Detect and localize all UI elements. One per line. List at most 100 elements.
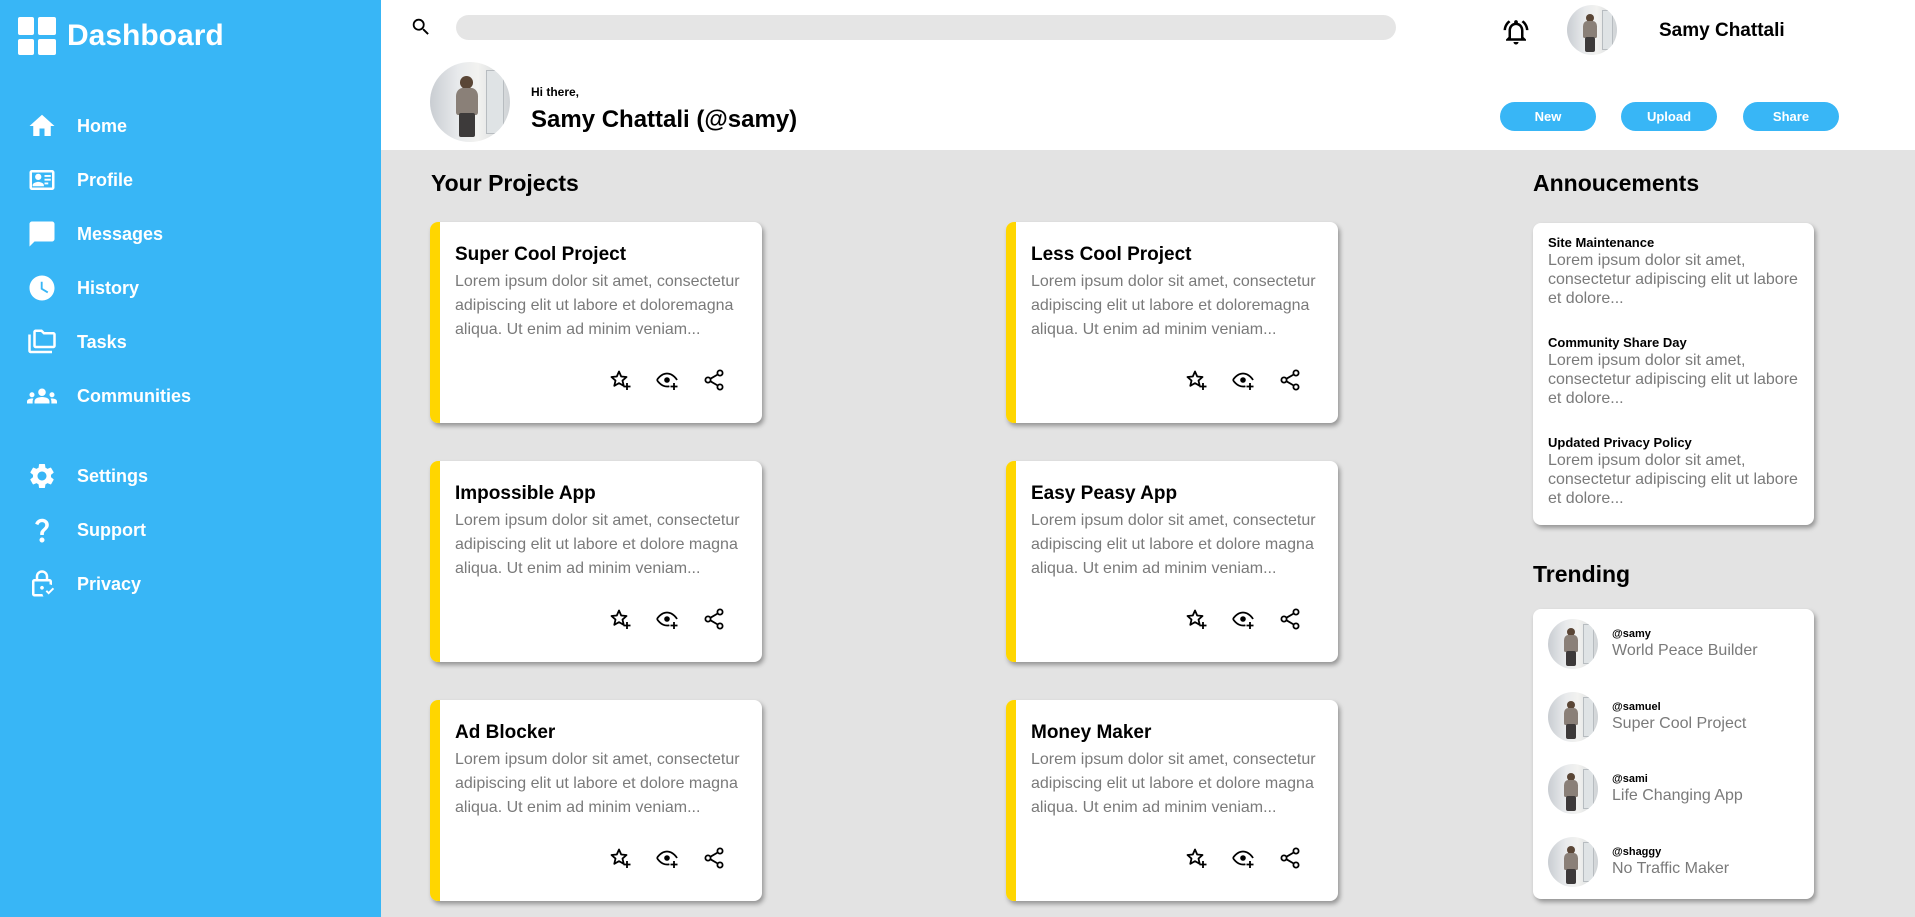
watch-eye-icon[interactable] bbox=[1231, 368, 1255, 392]
project-card[interactable]: Money Maker Lorem ipsum dolor sit amet, … bbox=[1006, 700, 1338, 901]
project-card[interactable]: Less Cool Project Lorem ipsum dolor sit … bbox=[1006, 222, 1338, 423]
trending-project-title: World Peace Builder bbox=[1612, 642, 1758, 659]
sidebar-item-support[interactable]: Support bbox=[0, 503, 381, 557]
profile-display-name: Samy Chattali (@samy) bbox=[531, 106, 798, 133]
trending-project-title: Super Cool Project bbox=[1612, 715, 1747, 732]
sidebar-item-label: Communities bbox=[77, 385, 192, 406]
project-description: Lorem ipsum dolor sit amet, consectetur … bbox=[1031, 273, 1316, 338]
project-title: Ad Blocker bbox=[455, 722, 556, 743]
card-accent-bar bbox=[1006, 700, 1016, 901]
home-icon bbox=[27, 111, 57, 141]
announcement-title: Community Share Day bbox=[1548, 335, 1687, 350]
sidebar-item-label: Profile bbox=[77, 169, 134, 190]
search-input[interactable] bbox=[456, 15, 1396, 40]
project-title: Impossible App bbox=[455, 483, 596, 504]
trending-project-title: Life Changing App bbox=[1612, 787, 1743, 804]
sidebar-item-messages[interactable]: Messages bbox=[0, 207, 381, 261]
share-button[interactable]: Share bbox=[1743, 102, 1839, 131]
sidebar-item-label: Messages bbox=[77, 223, 164, 244]
card-accent-bar bbox=[430, 700, 440, 901]
star-add-icon[interactable] bbox=[1184, 846, 1208, 870]
watch-eye-icon[interactable] bbox=[655, 368, 679, 392]
user-avatar[interactable] bbox=[1567, 5, 1617, 55]
sidebar-item-communities[interactable]: Communities bbox=[0, 369, 381, 423]
watch-eye-icon[interactable] bbox=[655, 607, 679, 631]
sidebar-item-label: Privacy bbox=[77, 573, 142, 594]
sidebar-item-settings[interactable]: Settings bbox=[0, 449, 381, 503]
project-card[interactable]: Impossible App Lorem ipsum dolor sit ame… bbox=[430, 461, 762, 662]
share-icon[interactable] bbox=[1278, 607, 1302, 631]
trending-item[interactable]: @samuel Super Cool Project bbox=[1548, 692, 1746, 742]
avatar bbox=[1548, 837, 1598, 887]
project-description: Lorem ipsum dolor sit amet, consectetur … bbox=[455, 273, 740, 338]
sidebar-item-home[interactable]: Home bbox=[0, 99, 381, 153]
card-accent-bar bbox=[430, 222, 440, 423]
card-actions bbox=[608, 368, 726, 392]
announcement-item[interactable]: Community Share Day Lorem ipsum dolor si… bbox=[1533, 335, 1814, 408]
sidebar-item-profile[interactable]: Profile bbox=[0, 153, 381, 207]
project-description: Lorem ipsum dolor sit amet, consectetur … bbox=[1031, 512, 1316, 577]
star-add-icon[interactable] bbox=[1184, 368, 1208, 392]
project-card[interactable]: Easy Peasy App Lorem ipsum dolor sit ame… bbox=[1006, 461, 1338, 662]
project-title: Money Maker bbox=[1031, 722, 1152, 743]
share-icon[interactable] bbox=[1278, 846, 1302, 870]
share-icon[interactable] bbox=[1278, 368, 1302, 392]
search-icon[interactable] bbox=[410, 16, 432, 38]
avatar bbox=[1548, 764, 1598, 814]
project-description: Lorem ipsum dolor sit amet, consectetur … bbox=[1031, 751, 1316, 816]
notification-bell-icon[interactable] bbox=[1501, 17, 1531, 47]
upload-button[interactable]: Upload bbox=[1621, 102, 1717, 131]
announcement-description: Lorem ipsum dolor sit amet, consectetur … bbox=[1548, 352, 1798, 407]
question-icon bbox=[27, 515, 57, 545]
watch-eye-icon[interactable] bbox=[655, 846, 679, 870]
announcement-item[interactable]: Site Maintenance Lorem ipsum dolor sit a… bbox=[1533, 235, 1814, 308]
sidebar-item-label: Tasks bbox=[77, 331, 127, 352]
star-add-icon[interactable] bbox=[608, 846, 632, 870]
announcements-title: Annoucements bbox=[1533, 170, 1700, 196]
share-icon[interactable] bbox=[702, 368, 726, 392]
watch-eye-icon[interactable] bbox=[1231, 846, 1255, 870]
announcement-description: Lorem ipsum dolor sit amet, consectetur … bbox=[1548, 252, 1798, 307]
trending-item[interactable]: @sami Life Changing App bbox=[1548, 764, 1743, 814]
dashboard-logo-icon bbox=[18, 17, 56, 55]
sidebar-item-label: Support bbox=[77, 519, 146, 540]
sidebar-item-privacy[interactable]: Privacy bbox=[0, 557, 381, 611]
folders-icon bbox=[27, 327, 57, 357]
share-icon[interactable] bbox=[702, 846, 726, 870]
trending-handle: @samuel bbox=[1612, 701, 1661, 713]
card-actions bbox=[1184, 368, 1302, 392]
card-accent-bar bbox=[1006, 461, 1016, 662]
id-card-icon bbox=[27, 165, 57, 195]
star-add-icon[interactable] bbox=[1184, 607, 1208, 631]
announcement-description: Lorem ipsum dolor sit amet, consectetur … bbox=[1548, 452, 1798, 507]
project-card[interactable]: Super Cool Project Lorem ipsum dolor sit… bbox=[430, 222, 762, 423]
sidebar-nav: Home Profile Messages History Tasks Comm… bbox=[0, 99, 381, 423]
announcements-panel: Site Maintenance Lorem ipsum dolor sit a… bbox=[1533, 223, 1814, 525]
project-description: Lorem ipsum dolor sit amet, consectetur … bbox=[455, 751, 740, 816]
share-icon[interactable] bbox=[702, 607, 726, 631]
project-card[interactable]: Ad Blocker Lorem ipsum dolor sit amet, c… bbox=[430, 700, 762, 901]
card-actions bbox=[1184, 846, 1302, 870]
sidebar-item-history[interactable]: History bbox=[0, 261, 381, 315]
trending-project-title: No Traffic Maker bbox=[1612, 860, 1730, 877]
sidebar-item-tasks[interactable]: Tasks bbox=[0, 315, 381, 369]
trending-item[interactable]: @samy World Peace Builder bbox=[1548, 619, 1758, 669]
project-description: Lorem ipsum dolor sit amet, consectetur … bbox=[455, 512, 740, 577]
trending-handle: @sami bbox=[1612, 773, 1648, 785]
new-button[interactable]: New bbox=[1500, 102, 1596, 131]
trending-title: Trending bbox=[1533, 561, 1631, 587]
trending-item[interactable]: @shaggy No Traffic Maker bbox=[1548, 837, 1729, 887]
star-add-icon[interactable] bbox=[608, 607, 632, 631]
announcement-item[interactable]: Updated Privacy Policy Lorem ipsum dolor… bbox=[1533, 435, 1814, 508]
sidebar-item-label: Settings bbox=[77, 465, 149, 486]
header-username[interactable]: Samy Chattali bbox=[1659, 20, 1785, 42]
trending-handle: @shaggy bbox=[1612, 846, 1662, 858]
avatar bbox=[1548, 692, 1598, 742]
chat-bubble-icon bbox=[27, 219, 57, 249]
star-add-icon[interactable] bbox=[608, 368, 632, 392]
brand[interactable]: Dashboard bbox=[0, 0, 381, 72]
watch-eye-icon[interactable] bbox=[1231, 607, 1255, 631]
card-actions bbox=[608, 607, 726, 631]
project-title: Easy Peasy App bbox=[1031, 483, 1178, 504]
project-title: Super Cool Project bbox=[455, 244, 627, 265]
